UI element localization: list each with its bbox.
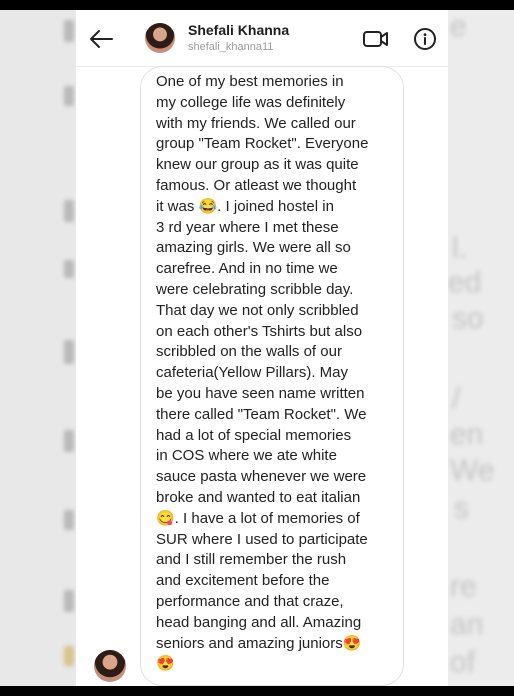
chat-screen: Shefali Khanna shefali_khanna11 One of m… xyxy=(76,10,448,686)
info-button[interactable] xyxy=(413,27,437,51)
blur-text: l. xyxy=(452,232,467,265)
back-button[interactable] xyxy=(86,24,116,54)
profile-avatar[interactable] xyxy=(145,23,175,53)
video-call-button[interactable] xyxy=(362,28,390,50)
blur-text: s xyxy=(454,492,469,525)
sender-avatar[interactable] xyxy=(94,650,126,682)
blur-text: an xyxy=(450,608,484,641)
blur-text: re xyxy=(450,570,477,603)
background-blur-right: e l. ed so / en We s re an of xyxy=(448,10,514,686)
contact-username: shefali_khanna11 xyxy=(188,41,274,53)
blur-text: We xyxy=(450,454,495,487)
blur-text: e xyxy=(450,10,467,43)
chat-header: Shefali Khanna shefali_khanna11 xyxy=(76,10,448,67)
message-text: One of my best memories in my college li… xyxy=(156,73,369,673)
background-blur-left xyxy=(0,10,76,686)
video-camera-icon xyxy=(363,31,388,47)
contact-name[interactable]: Shefali Khanna xyxy=(188,22,289,38)
arrow-left-icon xyxy=(90,30,113,48)
blur-text: of xyxy=(450,646,476,679)
blur-text: en xyxy=(450,418,484,451)
blur-text: / xyxy=(452,382,461,415)
blur-text: ed xyxy=(448,266,482,299)
info-icon xyxy=(414,28,436,50)
blur-text: so xyxy=(452,302,484,335)
